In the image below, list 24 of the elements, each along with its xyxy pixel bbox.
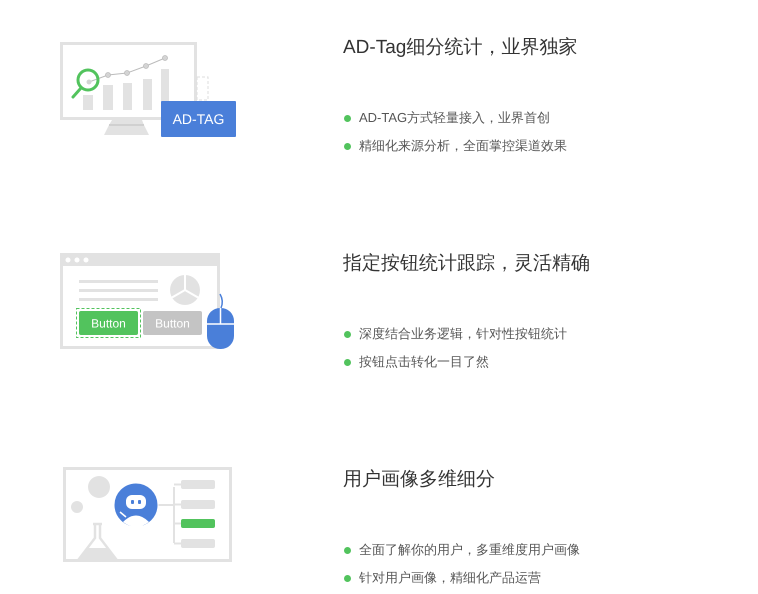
bullet-icon [344, 574, 351, 582]
dashed-outline [196, 76, 208, 100]
pie-chart-icon [170, 274, 200, 305]
feature-title: 用户画像多维细分 [343, 468, 496, 492]
feature-title: AD-Tag细分统计，业界独家 [343, 36, 578, 60]
button-drawing: Button [143, 311, 202, 335]
button-drawing: Button [79, 311, 138, 335]
bullet-icon [344, 546, 351, 554]
feature-title: 指定按钮统计跟踪，灵活精确 [343, 252, 591, 276]
magnifier-icon [72, 68, 100, 98]
tag-label: AD-TAG [161, 101, 236, 137]
feature-point: 全面了解你的用户，多重维度用户画像 [359, 541, 580, 559]
bullet-icon [344, 114, 351, 122]
feature-point: 按钮点击转化一目了然 [359, 353, 489, 371]
bullet-icon [344, 330, 351, 338]
robot-avatar-icon [114, 482, 158, 528]
feature-point: AD-TAG方式轻量接入，业界首创 [359, 109, 550, 127]
flask-icon [76, 522, 119, 560]
bullet-icon [344, 142, 351, 150]
feature-point: 针对用户画像，精细化产品运营 [359, 569, 541, 587]
feature-point: 深度结合业务逻辑，针对性按钮统计 [359, 325, 567, 343]
feature-point: 精细化来源分析，全面掌控渠道效果 [359, 137, 567, 155]
mouse-icon [206, 294, 235, 349]
bullet-icon [344, 358, 351, 366]
